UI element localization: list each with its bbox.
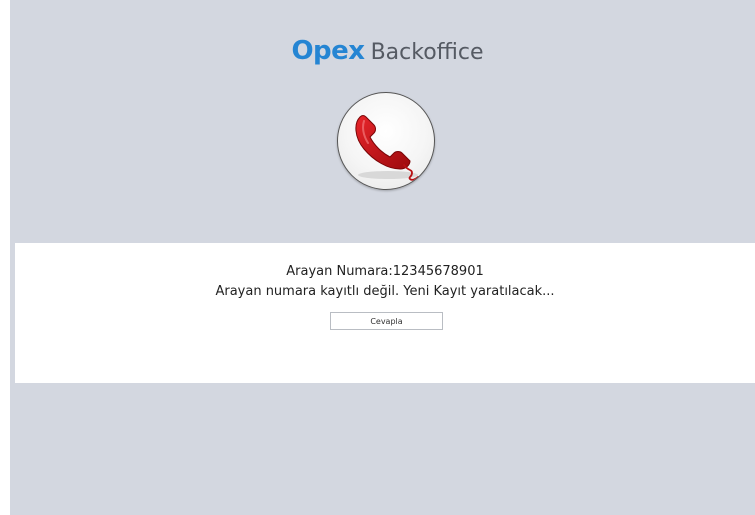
answer-button[interactable]: Cevapla: [330, 312, 443, 330]
phone-handset-icon: [355, 115, 419, 181]
caller-number-text: Arayan Numara:12345678901: [286, 264, 484, 279]
logo-brand: Opex: [291, 36, 365, 66]
logo-product: Backoffice: [370, 40, 484, 65]
phone-icon-badge: [337, 92, 435, 190]
left-strip: [0, 0, 10, 515]
app-logo: Opex Backoffice: [0, 36, 755, 66]
caller-status-message: Arayan numara kayıtlı değil. Yeni Kayıt …: [215, 284, 555, 299]
